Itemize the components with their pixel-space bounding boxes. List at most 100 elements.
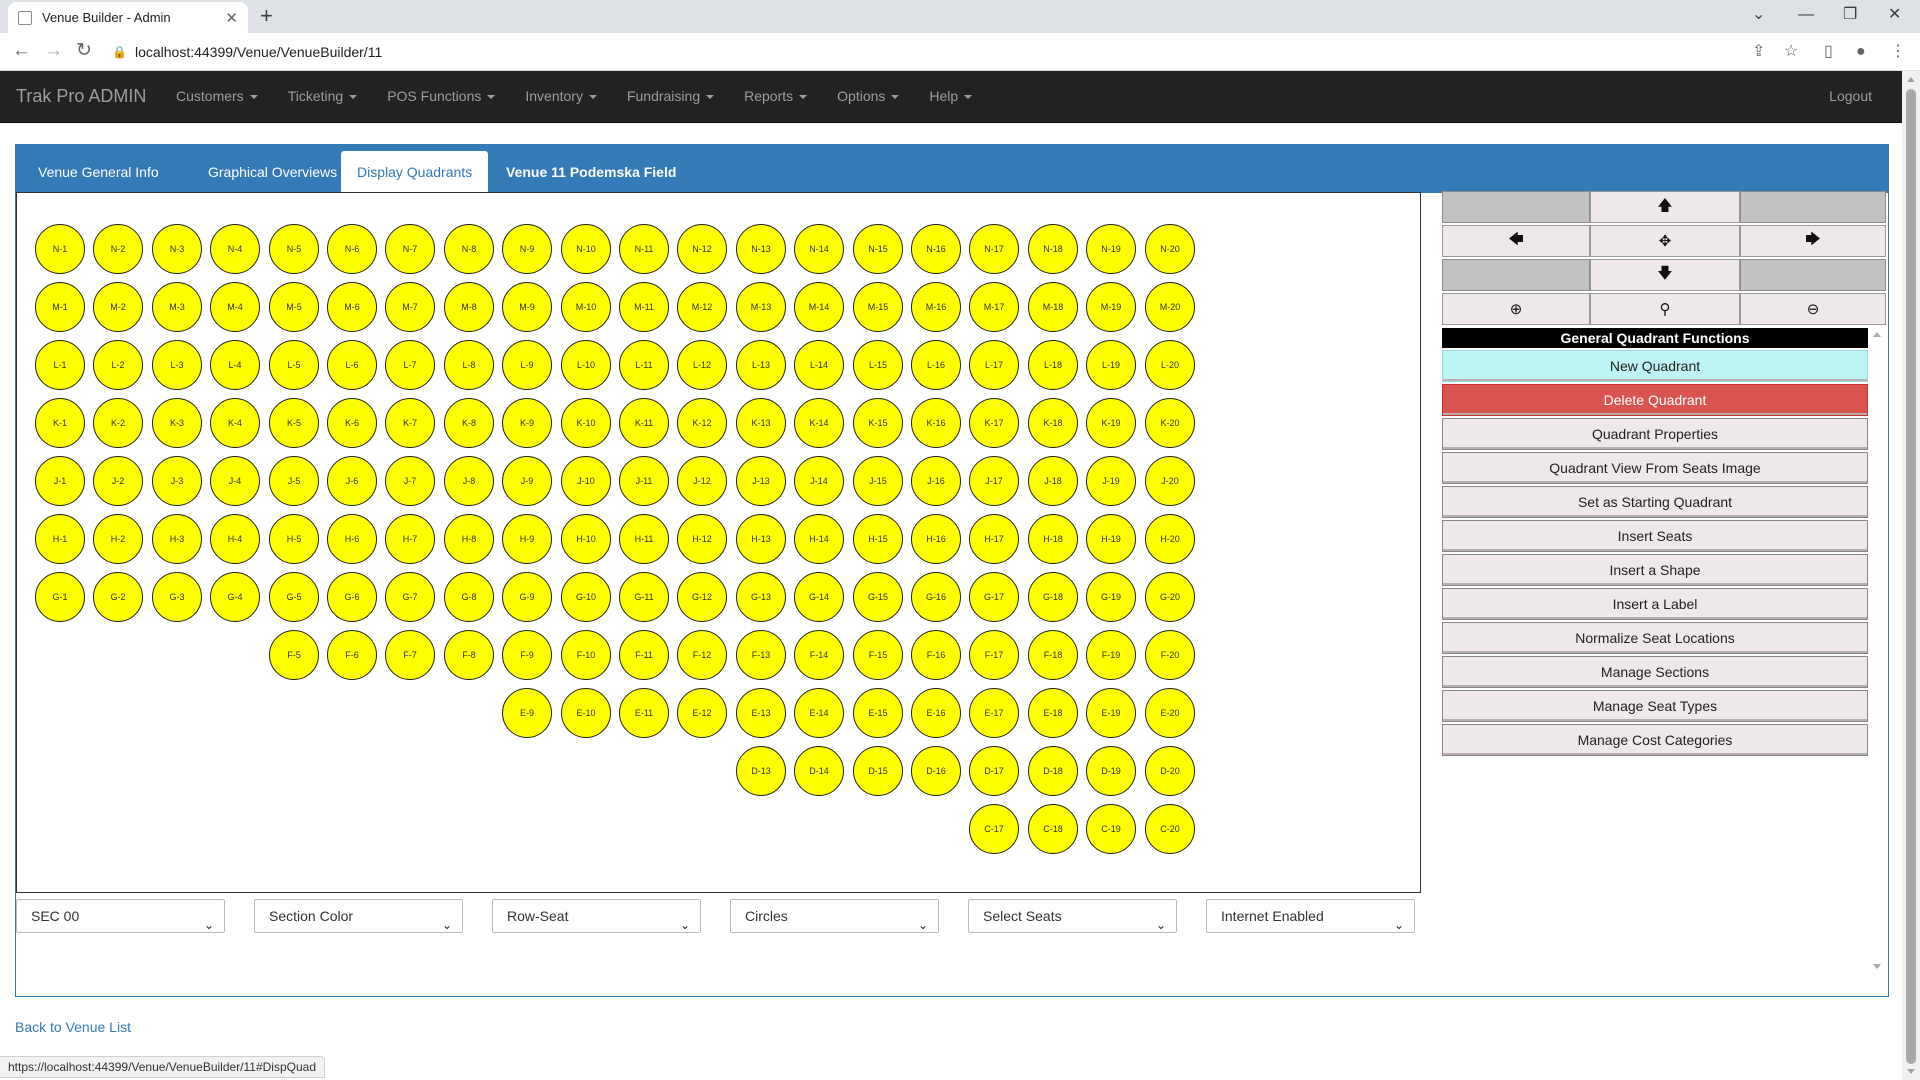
delete-quadrant-button[interactable]: Delete Quadrant xyxy=(1442,384,1868,416)
seat[interactable]: J-3 xyxy=(152,456,202,506)
seat[interactable]: H-15 xyxy=(853,514,903,564)
quadrant-canvas[interactable]: N-1 N-2 N-3 N-4 N-5 N-6 N-7 N-8 N-9 N-10 N-11 N-12 N… xyxy=(16,192,1421,893)
seat[interactable]: N-10 xyxy=(561,224,611,274)
seat[interactable]: M-3 xyxy=(152,282,202,332)
seat[interactable]: J-1 xyxy=(35,456,85,506)
menu-reports[interactable]: Reports xyxy=(744,88,808,104)
seat[interactable]: J-18 xyxy=(1028,456,1078,506)
seat[interactable]: N-17 xyxy=(969,224,1019,274)
seat[interactable]: G-1 xyxy=(35,572,85,622)
seat[interactable]: C-17 xyxy=(969,804,1019,854)
center-button[interactable]: ✥ xyxy=(1590,225,1740,257)
seat[interactable]: K-19 xyxy=(1086,398,1136,448)
address-bar[interactable]: 🔒 localhost:44399/Venue/VenueBuilder/11 xyxy=(112,40,382,64)
new-quadrant-button[interactable]: New Quadrant xyxy=(1442,350,1868,382)
menu-fundraising[interactable]: Fundraising xyxy=(627,88,715,104)
seat[interactable]: G-5 xyxy=(269,572,319,622)
seat[interactable]: M-4 xyxy=(210,282,260,332)
seat[interactable]: H-5 xyxy=(269,514,319,564)
seat[interactable]: L-10 xyxy=(561,340,611,390)
seat[interactable]: L-19 xyxy=(1086,340,1136,390)
seat[interactable]: K-7 xyxy=(385,398,435,448)
seat[interactable]: M-15 xyxy=(853,282,903,332)
minimize-icon[interactable]: — xyxy=(1798,4,1814,26)
seat[interactable]: N-9 xyxy=(502,224,552,274)
seat[interactable]: H-8 xyxy=(444,514,494,564)
seat[interactable]: N-8 xyxy=(444,224,494,274)
seat[interactable]: J-19 xyxy=(1086,456,1136,506)
seat[interactable]: K-14 xyxy=(794,398,844,448)
seat[interactable]: H-6 xyxy=(327,514,377,564)
seat[interactable]: L-12 xyxy=(677,340,727,390)
seat[interactable]: E-19 xyxy=(1086,688,1136,738)
seat[interactable]: D-18 xyxy=(1028,746,1078,796)
seat[interactable]: F-18 xyxy=(1028,630,1078,680)
quadrant-view-image-button[interactable]: Quadrant View From Seats Image xyxy=(1442,452,1868,484)
seat[interactable]: E-17 xyxy=(969,688,1019,738)
forward-arrow-icon[interactable]: → xyxy=(44,39,63,63)
seat[interactable]: M-13 xyxy=(736,282,786,332)
seat[interactable]: G-9 xyxy=(502,572,552,622)
menu-pos-functions[interactable]: POS Functions xyxy=(387,88,496,104)
seat[interactable]: H-18 xyxy=(1028,514,1078,564)
seat[interactable]: M-2 xyxy=(93,282,143,332)
seat[interactable]: K-9 xyxy=(502,398,552,448)
section-color-select[interactable]: Section Color ⌄ xyxy=(254,899,463,933)
seat[interactable]: D-19 xyxy=(1086,746,1136,796)
seat[interactable]: L-8 xyxy=(444,340,494,390)
seat[interactable]: E-20 xyxy=(1145,688,1195,738)
seat[interactable]: F-7 xyxy=(385,630,435,680)
seat[interactable]: G-11 xyxy=(619,572,669,622)
seat[interactable]: L-15 xyxy=(853,340,903,390)
seat[interactable]: N-19 xyxy=(1086,224,1136,274)
seat[interactable]: D-16 xyxy=(911,746,961,796)
seat[interactable]: N-13 xyxy=(736,224,786,274)
seat[interactable]: N-20 xyxy=(1145,224,1195,274)
seat[interactable]: J-16 xyxy=(911,456,961,506)
manage-seat-types-button[interactable]: Manage Seat Types xyxy=(1442,690,1868,722)
seat[interactable]: L-18 xyxy=(1028,340,1078,390)
seat[interactable]: K-11 xyxy=(619,398,669,448)
seat[interactable]: F-11 xyxy=(619,630,669,680)
seat[interactable]: L-13 xyxy=(736,340,786,390)
seat[interactable]: K-20 xyxy=(1145,398,1195,448)
seat[interactable]: C-20 xyxy=(1145,804,1195,854)
seat[interactable]: L-2 xyxy=(93,340,143,390)
menu-inventory[interactable]: Inventory xyxy=(525,88,597,104)
zoom-in-button[interactable]: ⊕ xyxy=(1442,293,1590,325)
side-panel-icon[interactable]: ▯ xyxy=(1824,41,1833,63)
seat[interactable]: M-19 xyxy=(1086,282,1136,332)
seat[interactable]: H-20 xyxy=(1145,514,1195,564)
profile-avatar-icon[interactable]: ● xyxy=(1856,41,1866,63)
scroll-thumb[interactable] xyxy=(1906,89,1916,1064)
restore-icon[interactable]: ❐ xyxy=(1843,4,1857,26)
page-scrollbar[interactable] xyxy=(1902,71,1920,1080)
seat[interactable]: N-15 xyxy=(853,224,903,274)
seat[interactable]: M-16 xyxy=(911,282,961,332)
seat[interactable]: N-1 xyxy=(35,224,85,274)
seat[interactable]: E-11 xyxy=(619,688,669,738)
menu-help[interactable]: Help xyxy=(929,88,973,104)
seat[interactable]: K-12 xyxy=(677,398,727,448)
seat[interactable]: D-15 xyxy=(853,746,903,796)
internet-enabled-select[interactable]: Internet Enabled ⌄ xyxy=(1206,899,1415,933)
tab-search-chevron-icon[interactable]: ⌄ xyxy=(1752,4,1765,26)
seat[interactable]: F-5 xyxy=(269,630,319,680)
tab-venue-general-info[interactable]: Venue General Info xyxy=(22,151,175,193)
set-starting-quadrant-button[interactable]: Set as Starting Quadrant xyxy=(1442,486,1868,518)
seat[interactable]: H-13 xyxy=(736,514,786,564)
close-window-icon[interactable]: ✕ xyxy=(1888,4,1901,26)
back-to-venue-list-link[interactable]: Back to Venue List xyxy=(15,1019,131,1035)
seat-shape-select[interactable]: Circles ⌄ xyxy=(730,899,939,933)
seat[interactable]: E-10 xyxy=(561,688,611,738)
seat[interactable]: G-3 xyxy=(152,572,202,622)
seat[interactable]: F-9 xyxy=(502,630,552,680)
manage-cost-categories-button[interactable]: Manage Cost Categories xyxy=(1442,724,1868,756)
menu-customers[interactable]: Customers xyxy=(176,88,258,104)
seat[interactable]: H-1 xyxy=(35,514,85,564)
seat[interactable]: G-16 xyxy=(911,572,961,622)
seat[interactable]: E-14 xyxy=(794,688,844,738)
app-brand[interactable]: Trak Pro ADMIN xyxy=(16,86,146,107)
seat[interactable]: N-3 xyxy=(152,224,202,274)
seat[interactable]: N-7 xyxy=(385,224,435,274)
